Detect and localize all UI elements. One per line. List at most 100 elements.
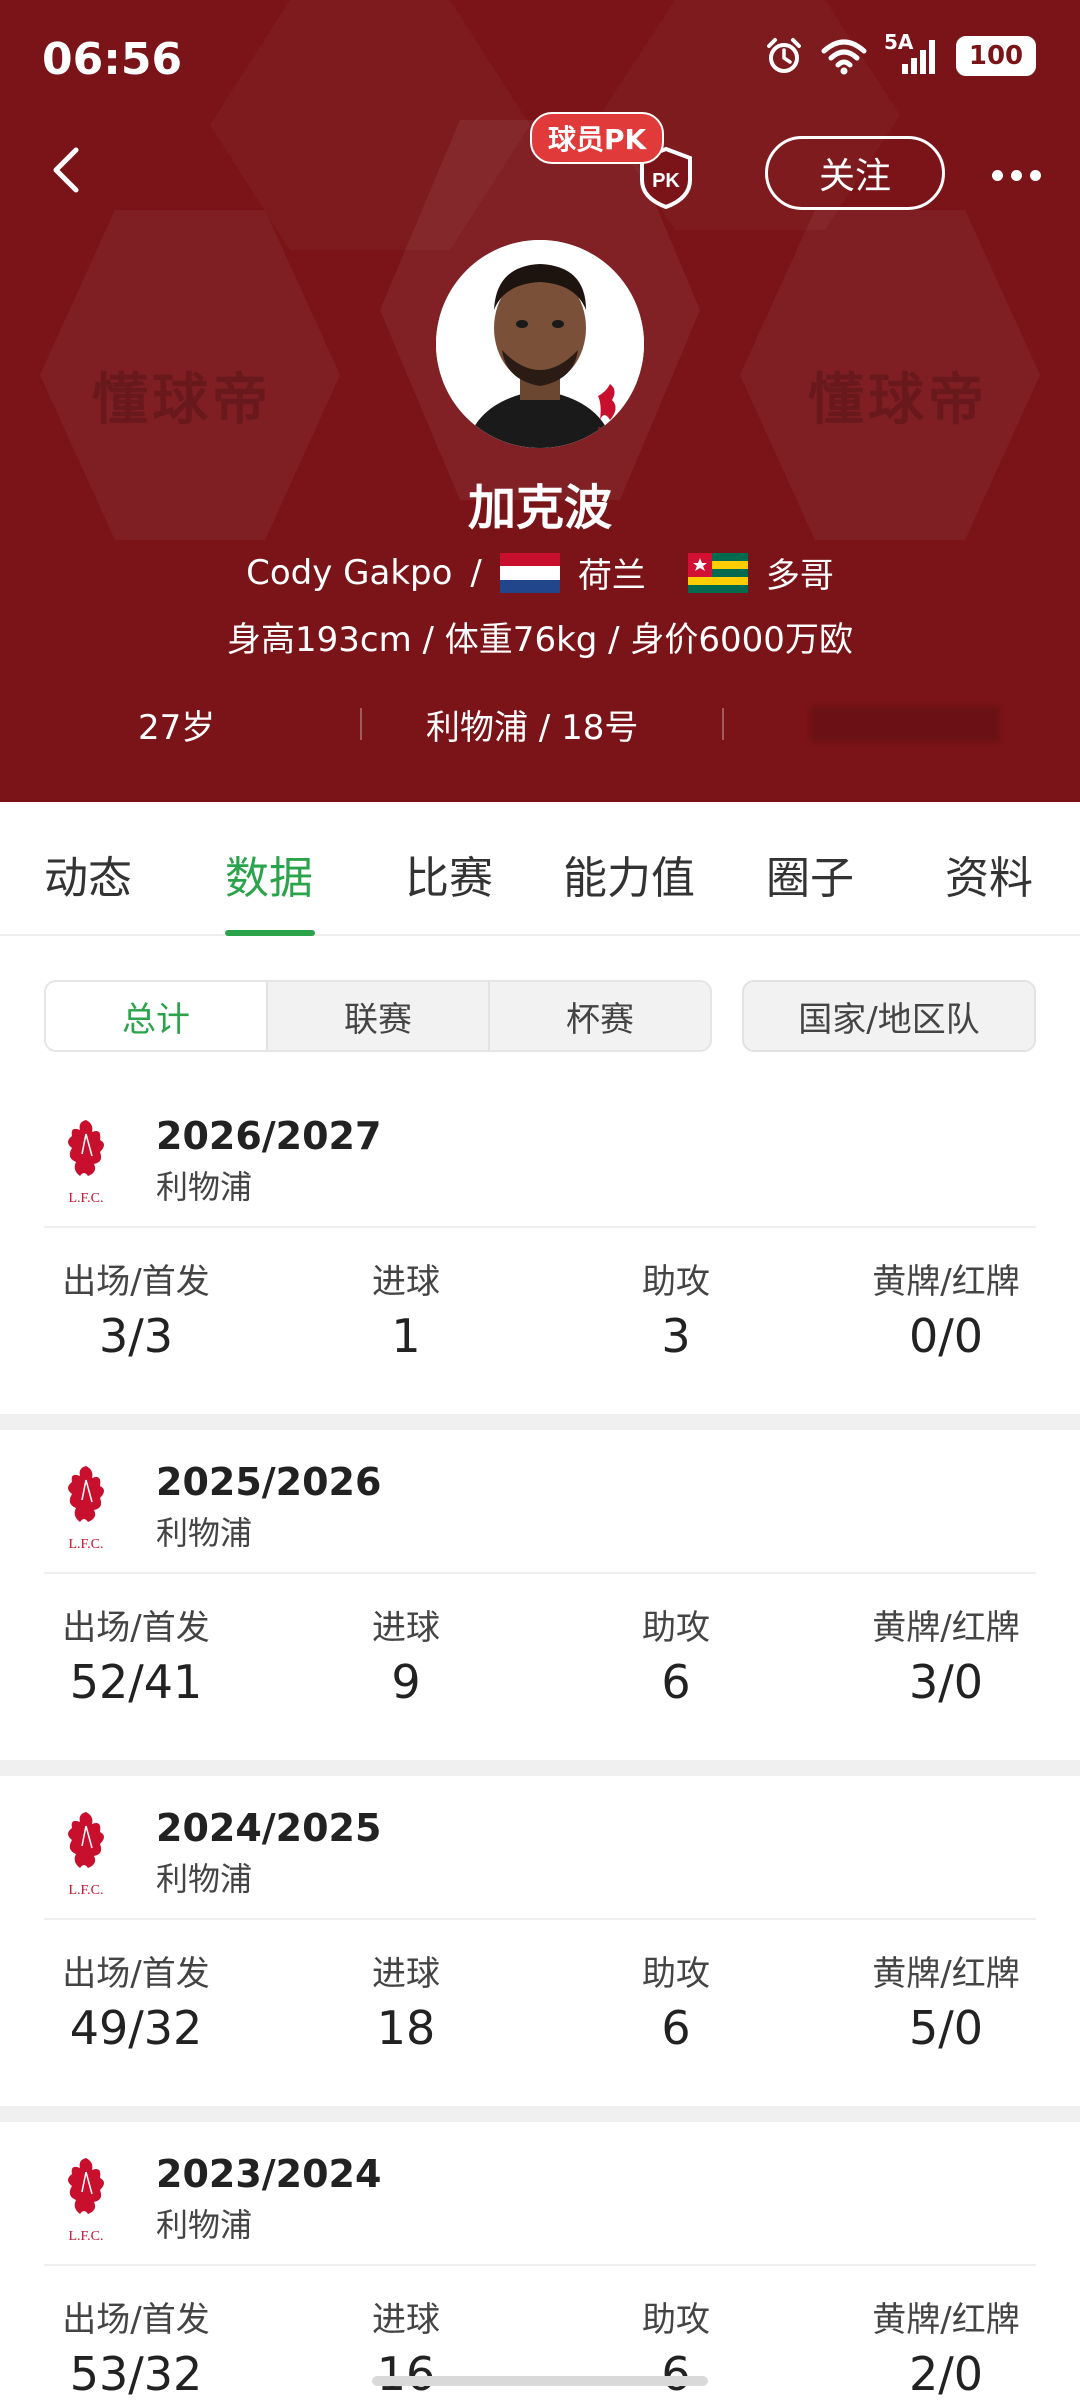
netherlands-flag-icon — [499, 552, 560, 593]
pk-icon-text: PK — [652, 170, 680, 192]
stat-cards: 黄牌/红牌 3/0 — [846, 1600, 1046, 1709]
tab-matches[interactable]: 比赛 — [405, 842, 493, 906]
season-year: 2024/2025 — [156, 1806, 382, 1850]
tab-dynamics[interactable]: 动态 — [44, 842, 132, 906]
togo-flag-icon — [687, 552, 748, 593]
stat-cards: 黄牌/红牌 0/0 — [846, 1254, 1046, 1363]
stat-label: 黄牌/红牌 — [872, 2300, 1020, 2340]
filter-league[interactable]: 联赛 — [268, 982, 490, 1050]
back-arrow-icon[interactable] — [40, 140, 100, 200]
season-team: 利物浦 — [156, 1860, 253, 1898]
stat-label: 出场/首发 — [62, 2300, 210, 2340]
club-logo-text: L.F.C. — [68, 2229, 103, 2244]
active-tab-indicator — [225, 930, 315, 936]
club-logo-text: L.F.C. — [68, 1883, 103, 1898]
liverpool-logo-icon: L.F.C. — [68, 2158, 104, 2244]
status-time: 06:56 — [42, 34, 183, 85]
season-year: 2026/2027 — [156, 1114, 382, 1158]
tab-bar: 动态 数据 比赛 能力值 圈子 资料 — [0, 802, 1080, 936]
stat-value: 1 — [391, 1309, 421, 1363]
stat-value: 3 — [661, 1309, 691, 1363]
stat-label: 助攻 — [642, 2300, 710, 2340]
player-body-info: 身高193cm / 体重76kg / 身价6000万欧 — [227, 620, 853, 660]
card-divider — [44, 1226, 1036, 1228]
season-team: 利物浦 — [156, 1514, 253, 1552]
stat-label: 进球 — [372, 1608, 440, 1648]
club-logo-text: L.F.C. — [68, 1537, 103, 1552]
watermark: 懂球帝 — [92, 368, 272, 433]
section-gap — [0, 2106, 1080, 2122]
season-team: 利物浦 — [156, 1168, 253, 1206]
season-team: 利物浦 — [156, 2206, 253, 2244]
stat-value: 16 — [376, 2347, 436, 2401]
stat-label: 助攻 — [642, 1608, 710, 1648]
stat-label: 黄牌/红牌 — [872, 1608, 1020, 1648]
tab-circle[interactable]: 圈子 — [766, 842, 854, 906]
stat-assists: 助攻 6 — [576, 1600, 776, 1709]
stat-value: 3/3 — [98, 1309, 174, 1363]
stat-label: 黄牌/红牌 — [872, 1262, 1020, 1302]
divider — [360, 708, 362, 740]
tab-profile[interactable]: 资料 — [945, 842, 1033, 906]
stat-value: 5/0 — [908, 2001, 984, 2055]
stat-value: 52/41 — [69, 1655, 203, 1709]
season-card[interactable]: L.F.C. 2026/2027 利物浦 出场/首发 3/3 进球 1 助攻 3… — [0, 1084, 1080, 1430]
filter-total[interactable]: 总计 — [46, 982, 268, 1050]
stat-apps: 出场/首发 53/32 — [36, 2292, 236, 2401]
stat-value: 53/32 — [69, 2347, 203, 2401]
stat-apps: 出场/首发 52/41 — [36, 1600, 236, 1709]
season-card[interactable]: L.F.C. 2023/2024 利物浦 出场/首发 53/32 进球 16 助… — [0, 2122, 1080, 2406]
player-header: 懂球帝 懂球帝 06:56 5A 100 PK 球员PK 关注 L.F.C. 加… — [0, 0, 1080, 802]
stat-value: 3/0 — [908, 1655, 984, 1709]
blurred-info — [810, 706, 1000, 742]
stat-label: 出场/首发 — [62, 1608, 210, 1648]
liverpool-logo-icon: L.F.C. — [68, 1812, 104, 1898]
stat-label: 助攻 — [642, 1262, 710, 1302]
card-divider — [44, 2264, 1036, 2266]
player-age: 27岁 — [138, 708, 216, 748]
season-card[interactable]: L.F.C. 2025/2026 利物浦 出场/首发 52/41 进球 9 助攻… — [0, 1430, 1080, 1776]
stat-value: 6 — [661, 2001, 691, 2055]
player-name: 加克波 — [467, 480, 612, 536]
section-gap — [0, 1760, 1080, 1776]
tab-data[interactable]: 数据 — [225, 842, 313, 906]
stat-value: 0/0 — [908, 1309, 984, 1363]
stat-goals: 进球 1 — [306, 1254, 506, 1363]
nation-1: 荷兰 — [577, 556, 646, 596]
stat-cards: 黄牌/红牌 5/0 — [846, 1946, 1046, 2055]
pk-badge: 球员PK — [530, 112, 665, 164]
scroll-indicator — [372, 2376, 708, 2386]
player-nationality-line: Cody Gakpo / 荷兰 多哥 — [0, 548, 1080, 597]
stat-apps: 出场/首发 49/32 — [36, 1946, 236, 2055]
filter-cup[interactable]: 杯赛 — [490, 982, 710, 1050]
watermark: 懂球帝 — [808, 368, 988, 433]
battery-indicator: 100 — [956, 36, 1036, 76]
club-logo-text: L.F.C. — [68, 1191, 103, 1206]
card-divider — [44, 1572, 1036, 1574]
player-pk-button[interactable]: PK 球员PK — [530, 112, 692, 212]
season-year: 2025/2026 — [156, 1460, 382, 1504]
competition-filter: 总计 联赛 杯赛 — [44, 980, 712, 1052]
more-options-icon[interactable] — [992, 155, 1056, 195]
filter-national-team[interactable]: 国家/地区队 — [742, 980, 1036, 1052]
stat-assists: 助攻 3 — [576, 1254, 776, 1363]
english-name: Cody Gakpo — [246, 552, 453, 593]
stat-goals: 进球 9 — [306, 1600, 506, 1709]
tab-ability[interactable]: 能力值 — [563, 842, 695, 906]
season-card[interactable]: L.F.C. 2024/2025 利物浦 出场/首发 49/32 进球 18 助… — [0, 1776, 1080, 2122]
wifi-icon — [821, 39, 867, 75]
stat-label: 黄牌/红牌 — [872, 1954, 1020, 1994]
liverpool-logo-icon: L.F.C. — [68, 1466, 104, 1552]
follow-button[interactable]: 关注 — [765, 136, 945, 210]
player-club-number: 利物浦 / 18号 — [426, 708, 639, 748]
section-gap — [0, 1414, 1080, 1430]
stat-assists: 助攻 6 — [576, 1946, 776, 2055]
season-year: 2023/2024 — [156, 2152, 382, 2196]
stat-value: 6 — [661, 2347, 691, 2401]
stat-value: 2/0 — [908, 2347, 984, 2401]
stat-label: 出场/首发 — [62, 1954, 210, 1994]
stat-label: 进球 — [372, 2300, 440, 2340]
status-icons: 5A 100 — [764, 30, 1036, 76]
stat-label: 进球 — [372, 1262, 440, 1302]
stat-value: 49/32 — [69, 2001, 203, 2055]
